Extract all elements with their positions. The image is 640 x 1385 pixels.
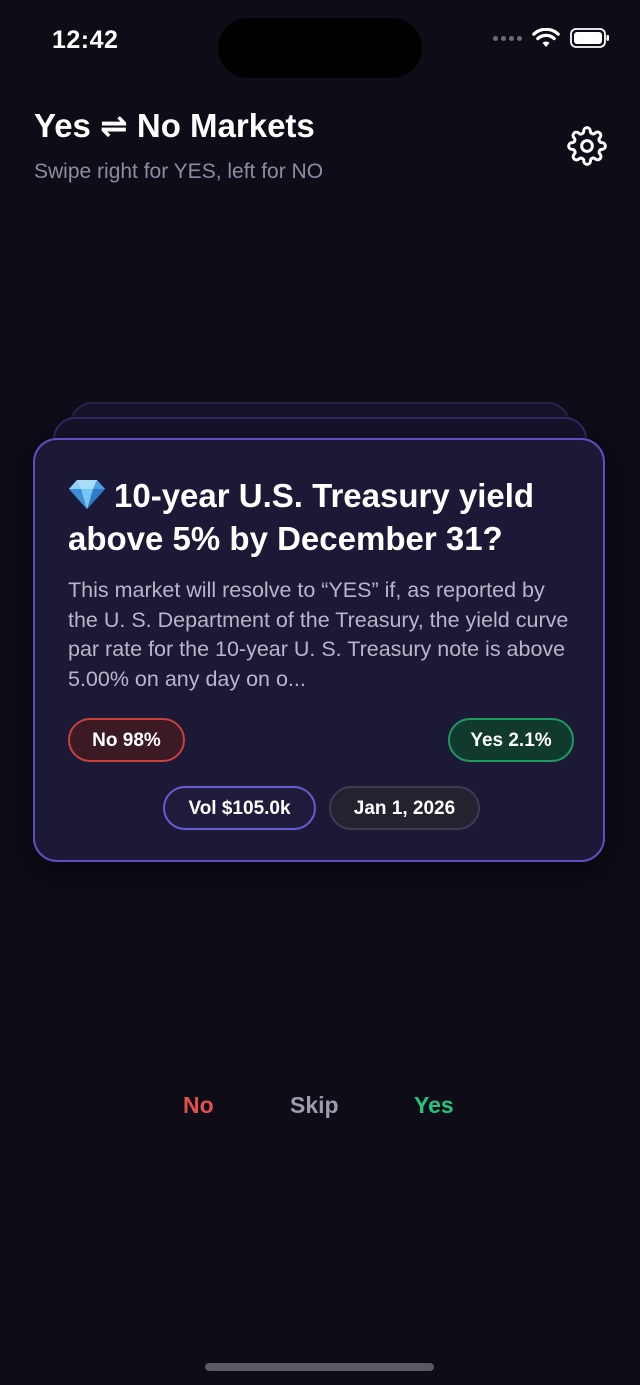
yes-button[interactable]: Yes [414,1092,454,1119]
signal-dots-icon [493,35,522,41]
gem-icon [69,480,105,509]
skip-button[interactable]: Skip [290,1092,339,1119]
page-subtitle: Swipe right for YES, left for NO [34,160,324,183]
page-title: Yes ⇌ No Markets [34,107,315,144]
market-title: 10-year U.S. Treasury yield above 5% by … [68,474,588,560]
battery-icon [570,28,609,48]
gear-icon[interactable] [567,126,607,166]
no-odds-badge: No 98% [68,718,185,762]
no-button[interactable]: No [183,1092,214,1119]
volume-badge: Vol $105.0k [163,786,316,830]
end-date-badge: Jan 1, 2026 [329,786,480,830]
market-card[interactable]: 10-year U.S. Treasury yield above 5% by … [33,438,605,862]
dynamic-island [218,18,422,78]
status-icons [493,28,610,48]
market-description: This market will resolve to “YES” if, as… [68,578,569,691]
status-time: 12:42 [52,26,119,54]
market-title-text: 10-year U.S. Treasury yield above 5% by … [68,477,535,557]
yes-odds-badge: Yes 2.1% [448,718,574,762]
home-indicator [205,1363,434,1371]
wifi-icon [532,28,560,47]
